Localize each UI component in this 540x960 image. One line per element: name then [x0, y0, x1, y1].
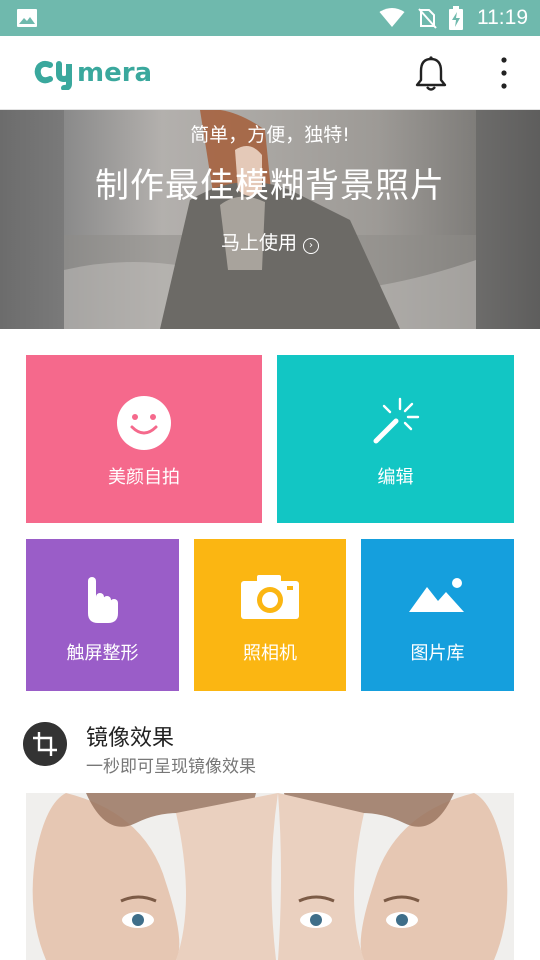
- touch-reshape-tile[interactable]: 触屏整形: [26, 539, 179, 691]
- camera-icon: [241, 575, 299, 619]
- landscape-icon: [409, 578, 464, 612]
- clock: 11:19: [477, 6, 528, 29]
- camera-tile[interactable]: 照相机: [194, 539, 346, 691]
- app-bar: mera: [0, 36, 540, 110]
- svg-text:mera: mera: [77, 58, 152, 88]
- status-bar: 11:19: [0, 0, 540, 36]
- mirror-effect-preview[interactable]: [26, 793, 514, 960]
- beauty-selfie-tile[interactable]: 美颜自拍: [26, 355, 262, 523]
- bell-icon[interactable]: [412, 55, 450, 93]
- edit-label: 编辑: [377, 467, 414, 488]
- no-sim-icon: [418, 8, 437, 29]
- wifi-icon: [379, 8, 405, 27]
- more-vert-icon[interactable]: [490, 55, 518, 93]
- hand-pointer-icon: [88, 577, 118, 623]
- touch-reshape-label: 触屏整形: [66, 643, 139, 664]
- mirror-section-title: 镜像效果: [86, 726, 175, 751]
- beauty-selfie-label: 美颜自拍: [108, 467, 180, 488]
- gallery-icon: [17, 9, 37, 27]
- banner-subtitle: 简单，方便，独特!: [190, 124, 350, 146]
- crop-icon: [23, 722, 67, 766]
- promo-banner[interactable]: 简单，方便，独特! 制作最佳模糊背景照片 马上使用 ›: [0, 110, 540, 329]
- banner-cta[interactable]: 马上使用 ›: [0, 228, 540, 255]
- mirror-face-photo: [26, 793, 514, 960]
- gallery-tile[interactable]: 图片库: [361, 539, 514, 691]
- camera-label: 照相机: [243, 643, 297, 664]
- mirror-section-subtitle: 一秒即可呈现镜像效果: [86, 757, 256, 777]
- battery-charging-icon: [449, 6, 463, 30]
- smiley-icon: [117, 396, 171, 450]
- chevron-right-circle-icon: ›: [303, 238, 319, 254]
- cymera-logo[interactable]: mera: [33, 54, 188, 90]
- edit-tile[interactable]: 编辑: [277, 355, 514, 523]
- banner-title: 制作最佳模糊背景照片: [95, 166, 445, 206]
- banner-cta-label: 马上使用: [220, 232, 297, 254]
- magic-wand-icon: [373, 397, 420, 444]
- gallery-label: 图片库: [410, 643, 465, 664]
